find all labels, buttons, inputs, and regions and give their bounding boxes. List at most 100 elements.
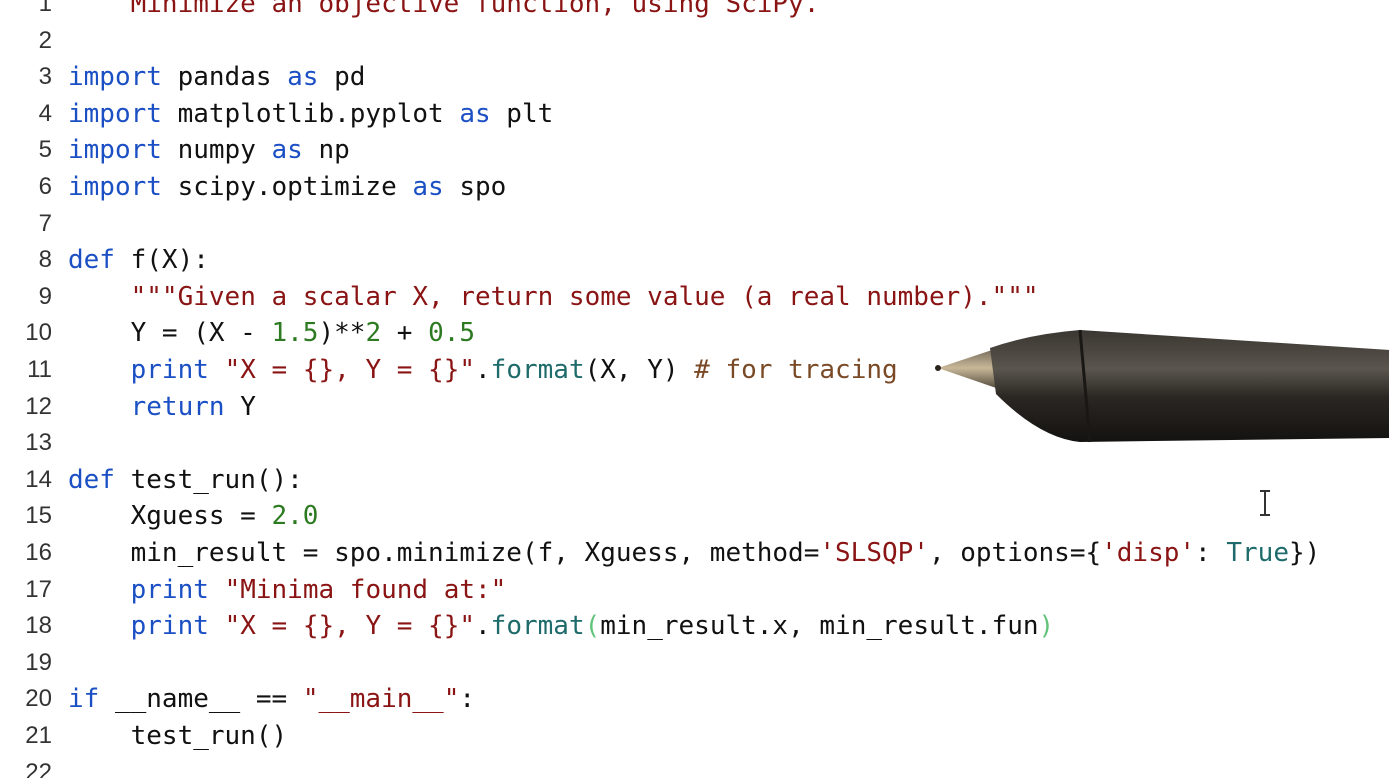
code-token: print — [130, 574, 209, 605]
code-token: as — [271, 135, 303, 166]
code-token: pandas — [161, 62, 288, 93]
line-number: 13 — [25, 429, 52, 457]
code-line[interactable]: 11 print "X = {}, Y = {}".format(X, Y) #… — [0, 352, 1389, 388]
code-token: format — [490, 355, 585, 385]
code-line[interactable]: 20 if __name__ == "__main__": — [0, 681, 1389, 717]
line-number: 1 — [38, 0, 52, 17]
line-number: 17 — [25, 575, 52, 603]
code-token: return — [130, 391, 225, 422]
code-token: True — [1226, 538, 1289, 568]
code-token: ( — [584, 611, 601, 642]
code-token: import — [68, 62, 162, 93]
code-token: as — [412, 172, 444, 202]
code-token: 'SLSQP' — [819, 538, 929, 568]
code-text: if __name__ == "__main__": — [68, 681, 475, 717]
line-number: 18 — [25, 612, 52, 640]
code-line[interactable]: 5 import numpy as np — [0, 132, 1389, 168]
code-token: spo — [443, 172, 507, 202]
code-token: numpy — [161, 135, 272, 166]
code-token: import — [68, 172, 162, 202]
code-line[interactable]: 4 import matplotlib.pyplot as plt — [0, 96, 1389, 132]
line-number: 2 — [38, 26, 52, 54]
code-line[interactable]: 6 import scipy.optimize as spo — [0, 169, 1389, 205]
code-line[interactable]: 3 import pandas as pd — [0, 59, 1389, 95]
code-line[interactable]: 19 — [0, 645, 1389, 681]
code-line[interactable]: 12 return Y — [0, 389, 1389, 425]
code-token: "Minima found at:" — [224, 574, 507, 605]
code-text: import matplotlib.pyplot as plt — [68, 96, 553, 132]
line-number: 22 — [25, 758, 52, 778]
code-token: Y = (X - — [68, 318, 272, 349]
code-token: matplotlib.pyplot — [161, 98, 460, 129]
code-token: }) — [1288, 538, 1321, 568]
code-editor[interactable]: 1 Minimize an objective function, using … — [0, 0, 1389, 778]
code-text: def f(X): — [68, 242, 209, 278]
line-number: 4 — [38, 99, 52, 127]
code-text: """Given a scalar X, return some value (… — [68, 279, 1039, 315]
code-line[interactable]: 15 Xguess = 2.0 — [0, 498, 1389, 534]
code-token: test_run() — [68, 721, 288, 751]
line-number: 20 — [25, 685, 52, 713]
line-number: 14 — [25, 465, 52, 493]
code-line[interactable]: 21 test_run() — [0, 718, 1389, 754]
code-token: 2.0 — [271, 501, 319, 532]
code-token: : — [1195, 538, 1227, 568]
code-token: ) — [1038, 611, 1055, 642]
code-token: min_result = spo.minimize(f, Xguess, met… — [68, 538, 820, 568]
code-token: . — [475, 611, 491, 642]
code-token: # for tracing — [694, 355, 898, 385]
code-text: Xguess = 2.0 — [68, 498, 319, 534]
code-token: )** — [318, 318, 366, 349]
code-token: "__main__" — [302, 684, 460, 715]
code-line[interactable]: 1 Minimize an objective function, using … — [0, 0, 1389, 22]
line-number: 10 — [25, 319, 52, 347]
code-line[interactable]: 10 Y = (X - 1.5)**2 + 0.5 — [0, 315, 1389, 351]
line-number: 19 — [25, 648, 52, 676]
code-line[interactable]: 7 — [0, 206, 1389, 242]
line-number: 7 — [38, 209, 52, 237]
code-line[interactable]: 13 — [0, 425, 1389, 461]
code-token: def — [68, 464, 115, 495]
code-token: print — [130, 355, 209, 385]
code-text: return Y — [68, 389, 256, 425]
code-line[interactable]: 2 — [0, 23, 1389, 59]
line-number: 5 — [38, 136, 52, 164]
code-token: + — [381, 318, 429, 349]
code-line[interactable]: 16 min_result = spo.minimize(f, Xguess, … — [0, 535, 1389, 571]
code-line[interactable]: 14 def test_run(): — [0, 462, 1389, 498]
code-text: Y = (X - 1.5)**2 + 0.5 — [68, 315, 475, 351]
code-token: plt — [490, 98, 554, 129]
line-number: 6 — [38, 173, 52, 200]
code-token: def — [68, 245, 115, 276]
code-token: 0.5 — [428, 318, 476, 349]
code-line[interactable]: 17 print "Minima found at:" — [0, 572, 1389, 608]
code-text: print "X = {}, Y = {}".format(X, Y) # fo… — [68, 352, 898, 388]
code-text: import scipy.optimize as spo — [68, 169, 506, 205]
code-line[interactable]: 9 """Given a scalar X, return some value… — [0, 279, 1389, 315]
code-token: as — [287, 62, 319, 93]
code-line[interactable]: 8 def f(X): — [0, 242, 1389, 278]
code-text: print "X = {}, Y = {}".format(min_result… — [68, 608, 1055, 644]
code-token: scipy.optimize — [161, 172, 413, 202]
code-token: 2 — [365, 318, 382, 349]
code-token: f(X): — [114, 245, 209, 276]
code-token: 'disp' — [1101, 538, 1196, 568]
code-token: Minimize an objective function, using Sc… — [68, 0, 820, 19]
code-text: min_result = spo.minimize(f, Xguess, met… — [68, 535, 1321, 571]
code-token: Xguess = — [68, 501, 272, 532]
code-token: import — [68, 98, 162, 129]
code-text: import pandas as pd — [68, 59, 365, 95]
code-line[interactable]: 22 — [0, 755, 1389, 778]
code-line[interactable]: 18 print "X = {}, Y = {}".format(min_res… — [0, 608, 1389, 644]
code-token: . — [475, 355, 491, 385]
code-token: (X, Y) — [584, 355, 695, 385]
line-number: 8 — [38, 246, 52, 274]
code-token: """Given a scalar X, return some value (… — [130, 281, 1039, 312]
code-token: 1.5 — [271, 318, 319, 349]
code-token: min_result.x, min_result.fun — [600, 611, 1039, 642]
code-token: test_run(): — [114, 464, 303, 495]
